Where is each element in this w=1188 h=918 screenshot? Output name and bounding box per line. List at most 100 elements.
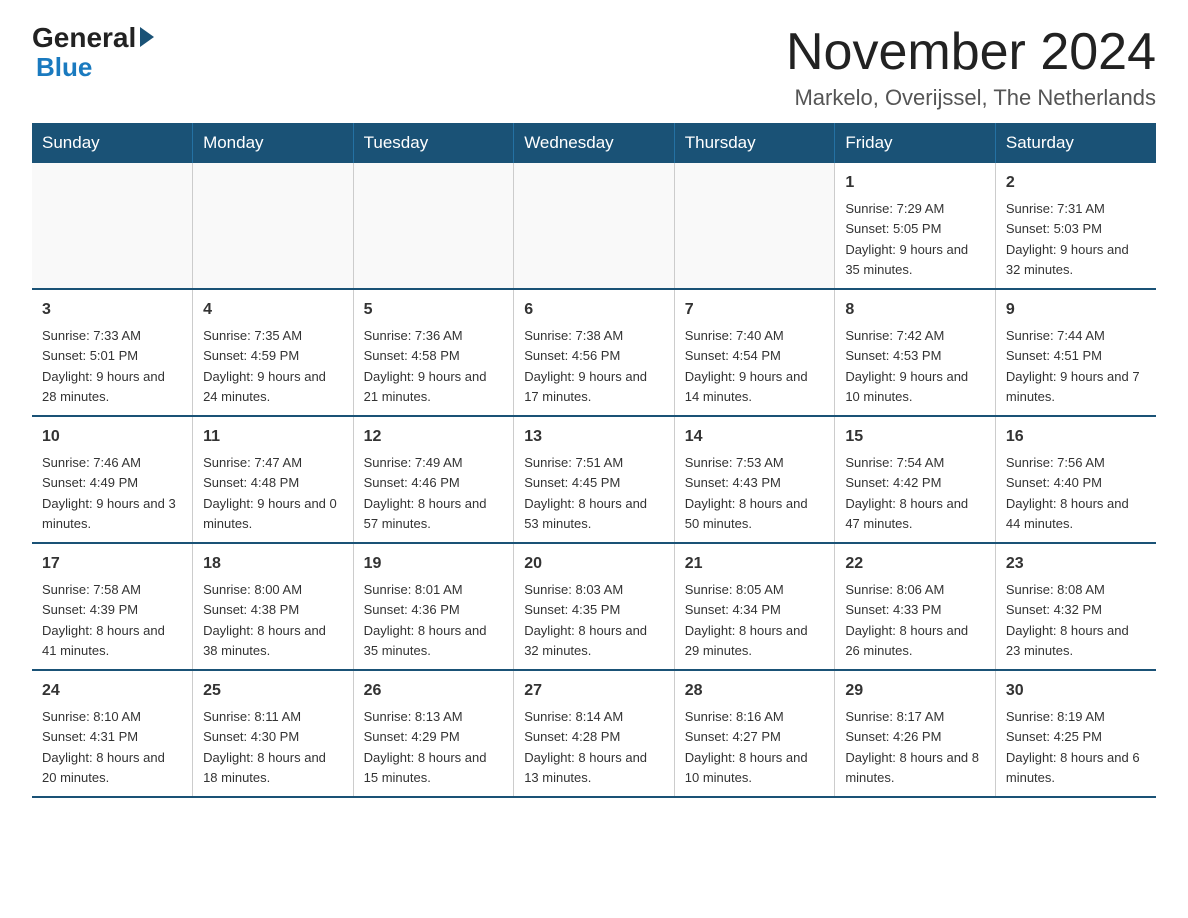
day-info: Sunrise: 8:01 AM Sunset: 4:36 PM Dayligh… [364, 582, 487, 658]
logo-blue: Blue [36, 52, 92, 83]
day-info: Sunrise: 8:08 AM Sunset: 4:32 PM Dayligh… [1006, 582, 1129, 658]
day-number: 19 [364, 552, 504, 576]
calendar-cell: 11Sunrise: 7:47 AM Sunset: 4:48 PM Dayli… [193, 416, 354, 543]
day-info: Sunrise: 8:13 AM Sunset: 4:29 PM Dayligh… [364, 709, 487, 785]
day-info: Sunrise: 7:31 AM Sunset: 5:03 PM Dayligh… [1006, 201, 1129, 277]
calendar-cell: 16 Sunrise: 7:56 AM Sunset: 4:40 PM Dayli… [995, 416, 1156, 543]
day-info: Sunrise: 8:10 AM Sunset: 4:31 PM Dayligh… [42, 709, 165, 785]
day-number: 2 [1006, 171, 1146, 195]
calendar-cell [353, 163, 514, 289]
day-number: 28 [685, 679, 825, 703]
day-info: Sunrise: 8:06 AM Sunset: 4:33 PM Dayligh… [845, 582, 968, 658]
calendar-cell: 27 Sunrise: 8:14 AM Sunset: 4:28 PM Dayli… [514, 670, 675, 797]
calendar-cell: 19 Sunrise: 8:01 AM Sunset: 4:36 PM Dayli… [353, 543, 514, 670]
logo-arrow-icon [140, 27, 154, 47]
weekday-header-wednesday: Wednesday [514, 123, 675, 163]
day-number: 16 [1006, 425, 1146, 449]
weekday-header-friday: Friday [835, 123, 996, 163]
title-block: November 2024 Markelo, Overijssel, The N… [786, 24, 1156, 111]
logo-general: General [32, 24, 136, 52]
day-info: Sunrise: 8:00 AM Sunset: 4:38 PM Dayligh… [203, 582, 326, 658]
calendar-cell: 8 Sunrise: 7:42 AM Sunset: 4:53 PM Daylig… [835, 289, 996, 416]
calendar-week-row: 10 Sunrise: 7:46 AM Sunset: 4:49 PM Dayli… [32, 416, 1156, 543]
day-number: 9 [1006, 298, 1146, 322]
day-number: 8 [845, 298, 985, 322]
day-info: Sunrise: 7:54 AM Sunset: 4:42 PM Dayligh… [845, 455, 968, 531]
calendar-cell: 30Sunrise: 8:19 AM Sunset: 4:25 PM Dayli… [995, 670, 1156, 797]
calendar-cell: 2 Sunrise: 7:31 AM Sunset: 5:03 PM Daylig… [995, 163, 1156, 289]
day-info: Sunrise: 7:58 AM Sunset: 4:39 PM Dayligh… [42, 582, 165, 658]
day-number: 18 [203, 552, 343, 576]
day-info: Sunrise: 7:44 AM Sunset: 4:51 PM Dayligh… [1006, 328, 1140, 404]
day-number: 17 [42, 552, 182, 576]
calendar-cell: 25Sunrise: 8:11 AM Sunset: 4:30 PM Dayli… [193, 670, 354, 797]
day-info: Sunrise: 7:49 AM Sunset: 4:46 PM Dayligh… [364, 455, 487, 531]
calendar-cell: 22 Sunrise: 8:06 AM Sunset: 4:33 PM Dayli… [835, 543, 996, 670]
day-number: 30 [1006, 679, 1146, 703]
calendar-cell [32, 163, 193, 289]
day-info: Sunrise: 8:16 AM Sunset: 4:27 PM Dayligh… [685, 709, 808, 785]
calendar-cell: 3 Sunrise: 7:33 AM Sunset: 5:01 PM Daylig… [32, 289, 193, 416]
day-number: 1 [845, 171, 985, 195]
calendar-cell: 17 Sunrise: 7:58 AM Sunset: 4:39 PM Dayli… [32, 543, 193, 670]
day-info: Sunrise: 7:46 AM Sunset: 4:49 PM Dayligh… [42, 455, 176, 531]
weekday-header-sunday: Sunday [32, 123, 193, 163]
calendar-cell: 29Sunrise: 8:17 AM Sunset: 4:26 PM Dayli… [835, 670, 996, 797]
day-number: 13 [524, 425, 664, 449]
day-info: Sunrise: 8:14 AM Sunset: 4:28 PM Dayligh… [524, 709, 647, 785]
calendar-cell: 6Sunrise: 7:38 AM Sunset: 4:56 PM Daylig… [514, 289, 675, 416]
logo: General Blue [32, 24, 154, 83]
day-number: 11 [203, 425, 343, 449]
day-number: 22 [845, 552, 985, 576]
day-info: Sunrise: 7:36 AM Sunset: 4:58 PM Dayligh… [364, 328, 487, 404]
calendar-cell: 12 Sunrise: 7:49 AM Sunset: 4:46 PM Dayli… [353, 416, 514, 543]
day-number: 10 [42, 425, 182, 449]
location: Markelo, Overijssel, The Netherlands [786, 85, 1156, 111]
weekday-header-tuesday: Tuesday [353, 123, 514, 163]
day-info: Sunrise: 7:33 AM Sunset: 5:01 PM Dayligh… [42, 328, 165, 404]
calendar-cell: 26 Sunrise: 8:13 AM Sunset: 4:29 PM Dayli… [353, 670, 514, 797]
day-number: 4 [203, 298, 343, 322]
calendar-cell [674, 163, 835, 289]
day-number: 3 [42, 298, 182, 322]
calendar-week-row: 3 Sunrise: 7:33 AM Sunset: 5:01 PM Daylig… [32, 289, 1156, 416]
day-number: 26 [364, 679, 504, 703]
day-number: 29 [845, 679, 985, 703]
day-info: Sunrise: 7:35 AM Sunset: 4:59 PM Dayligh… [203, 328, 326, 404]
calendar-cell [514, 163, 675, 289]
day-number: 5 [364, 298, 504, 322]
calendar-cell: 5 Sunrise: 7:36 AM Sunset: 4:58 PM Daylig… [353, 289, 514, 416]
calendar-cell: 15 Sunrise: 7:54 AM Sunset: 4:42 PM Dayli… [835, 416, 996, 543]
calendar-week-row: 24 Sunrise: 8:10 AM Sunset: 4:31 PM Dayli… [32, 670, 1156, 797]
day-number: 14 [685, 425, 825, 449]
day-info: Sunrise: 7:56 AM Sunset: 4:40 PM Dayligh… [1006, 455, 1129, 531]
calendar-cell: 28 Sunrise: 8:16 AM Sunset: 4:27 PM Dayli… [674, 670, 835, 797]
day-info: Sunrise: 7:42 AM Sunset: 4:53 PM Dayligh… [845, 328, 968, 404]
day-number: 12 [364, 425, 504, 449]
day-number: 15 [845, 425, 985, 449]
weekday-header-thursday: Thursday [674, 123, 835, 163]
calendar-week-row: 17 Sunrise: 7:58 AM Sunset: 4:39 PM Dayli… [32, 543, 1156, 670]
day-number: 7 [685, 298, 825, 322]
day-info: Sunrise: 7:51 AM Sunset: 4:45 PM Dayligh… [524, 455, 647, 531]
day-info: Sunrise: 7:38 AM Sunset: 4:56 PM Dayligh… [524, 328, 647, 404]
calendar-cell: 14 Sunrise: 7:53 AM Sunset: 4:43 PM Dayli… [674, 416, 835, 543]
day-info: Sunrise: 7:29 AM Sunset: 5:05 PM Dayligh… [845, 201, 968, 277]
calendar-cell [193, 163, 354, 289]
day-info: Sunrise: 8:03 AM Sunset: 4:35 PM Dayligh… [524, 582, 647, 658]
calendar-cell: 9 Sunrise: 7:44 AM Sunset: 4:51 PM Daylig… [995, 289, 1156, 416]
calendar-cell: 13 Sunrise: 7:51 AM Sunset: 4:45 PM Dayli… [514, 416, 675, 543]
day-info: Sunrise: 7:40 AM Sunset: 4:54 PM Dayligh… [685, 328, 808, 404]
day-number: 24 [42, 679, 182, 703]
calendar-body: 1 Sunrise: 7:29 AM Sunset: 5:05 PM Daylig… [32, 163, 1156, 797]
day-number: 27 [524, 679, 664, 703]
calendar-cell: 21Sunrise: 8:05 AM Sunset: 4:34 PM Dayli… [674, 543, 835, 670]
calendar-cell: 23Sunrise: 8:08 AM Sunset: 4:32 PM Dayli… [995, 543, 1156, 670]
weekday-header-monday: Monday [193, 123, 354, 163]
day-info: Sunrise: 7:53 AM Sunset: 4:43 PM Dayligh… [685, 455, 808, 531]
calendar-cell: 7 Sunrise: 7:40 AM Sunset: 4:54 PM Daylig… [674, 289, 835, 416]
calendar-cell: 1 Sunrise: 7:29 AM Sunset: 5:05 PM Daylig… [835, 163, 996, 289]
day-info: Sunrise: 8:11 AM Sunset: 4:30 PM Dayligh… [203, 709, 326, 785]
calendar-header: SundayMondayTuesdayWednesdayThursdayFrid… [32, 123, 1156, 163]
calendar-cell: 24 Sunrise: 8:10 AM Sunset: 4:31 PM Dayli… [32, 670, 193, 797]
